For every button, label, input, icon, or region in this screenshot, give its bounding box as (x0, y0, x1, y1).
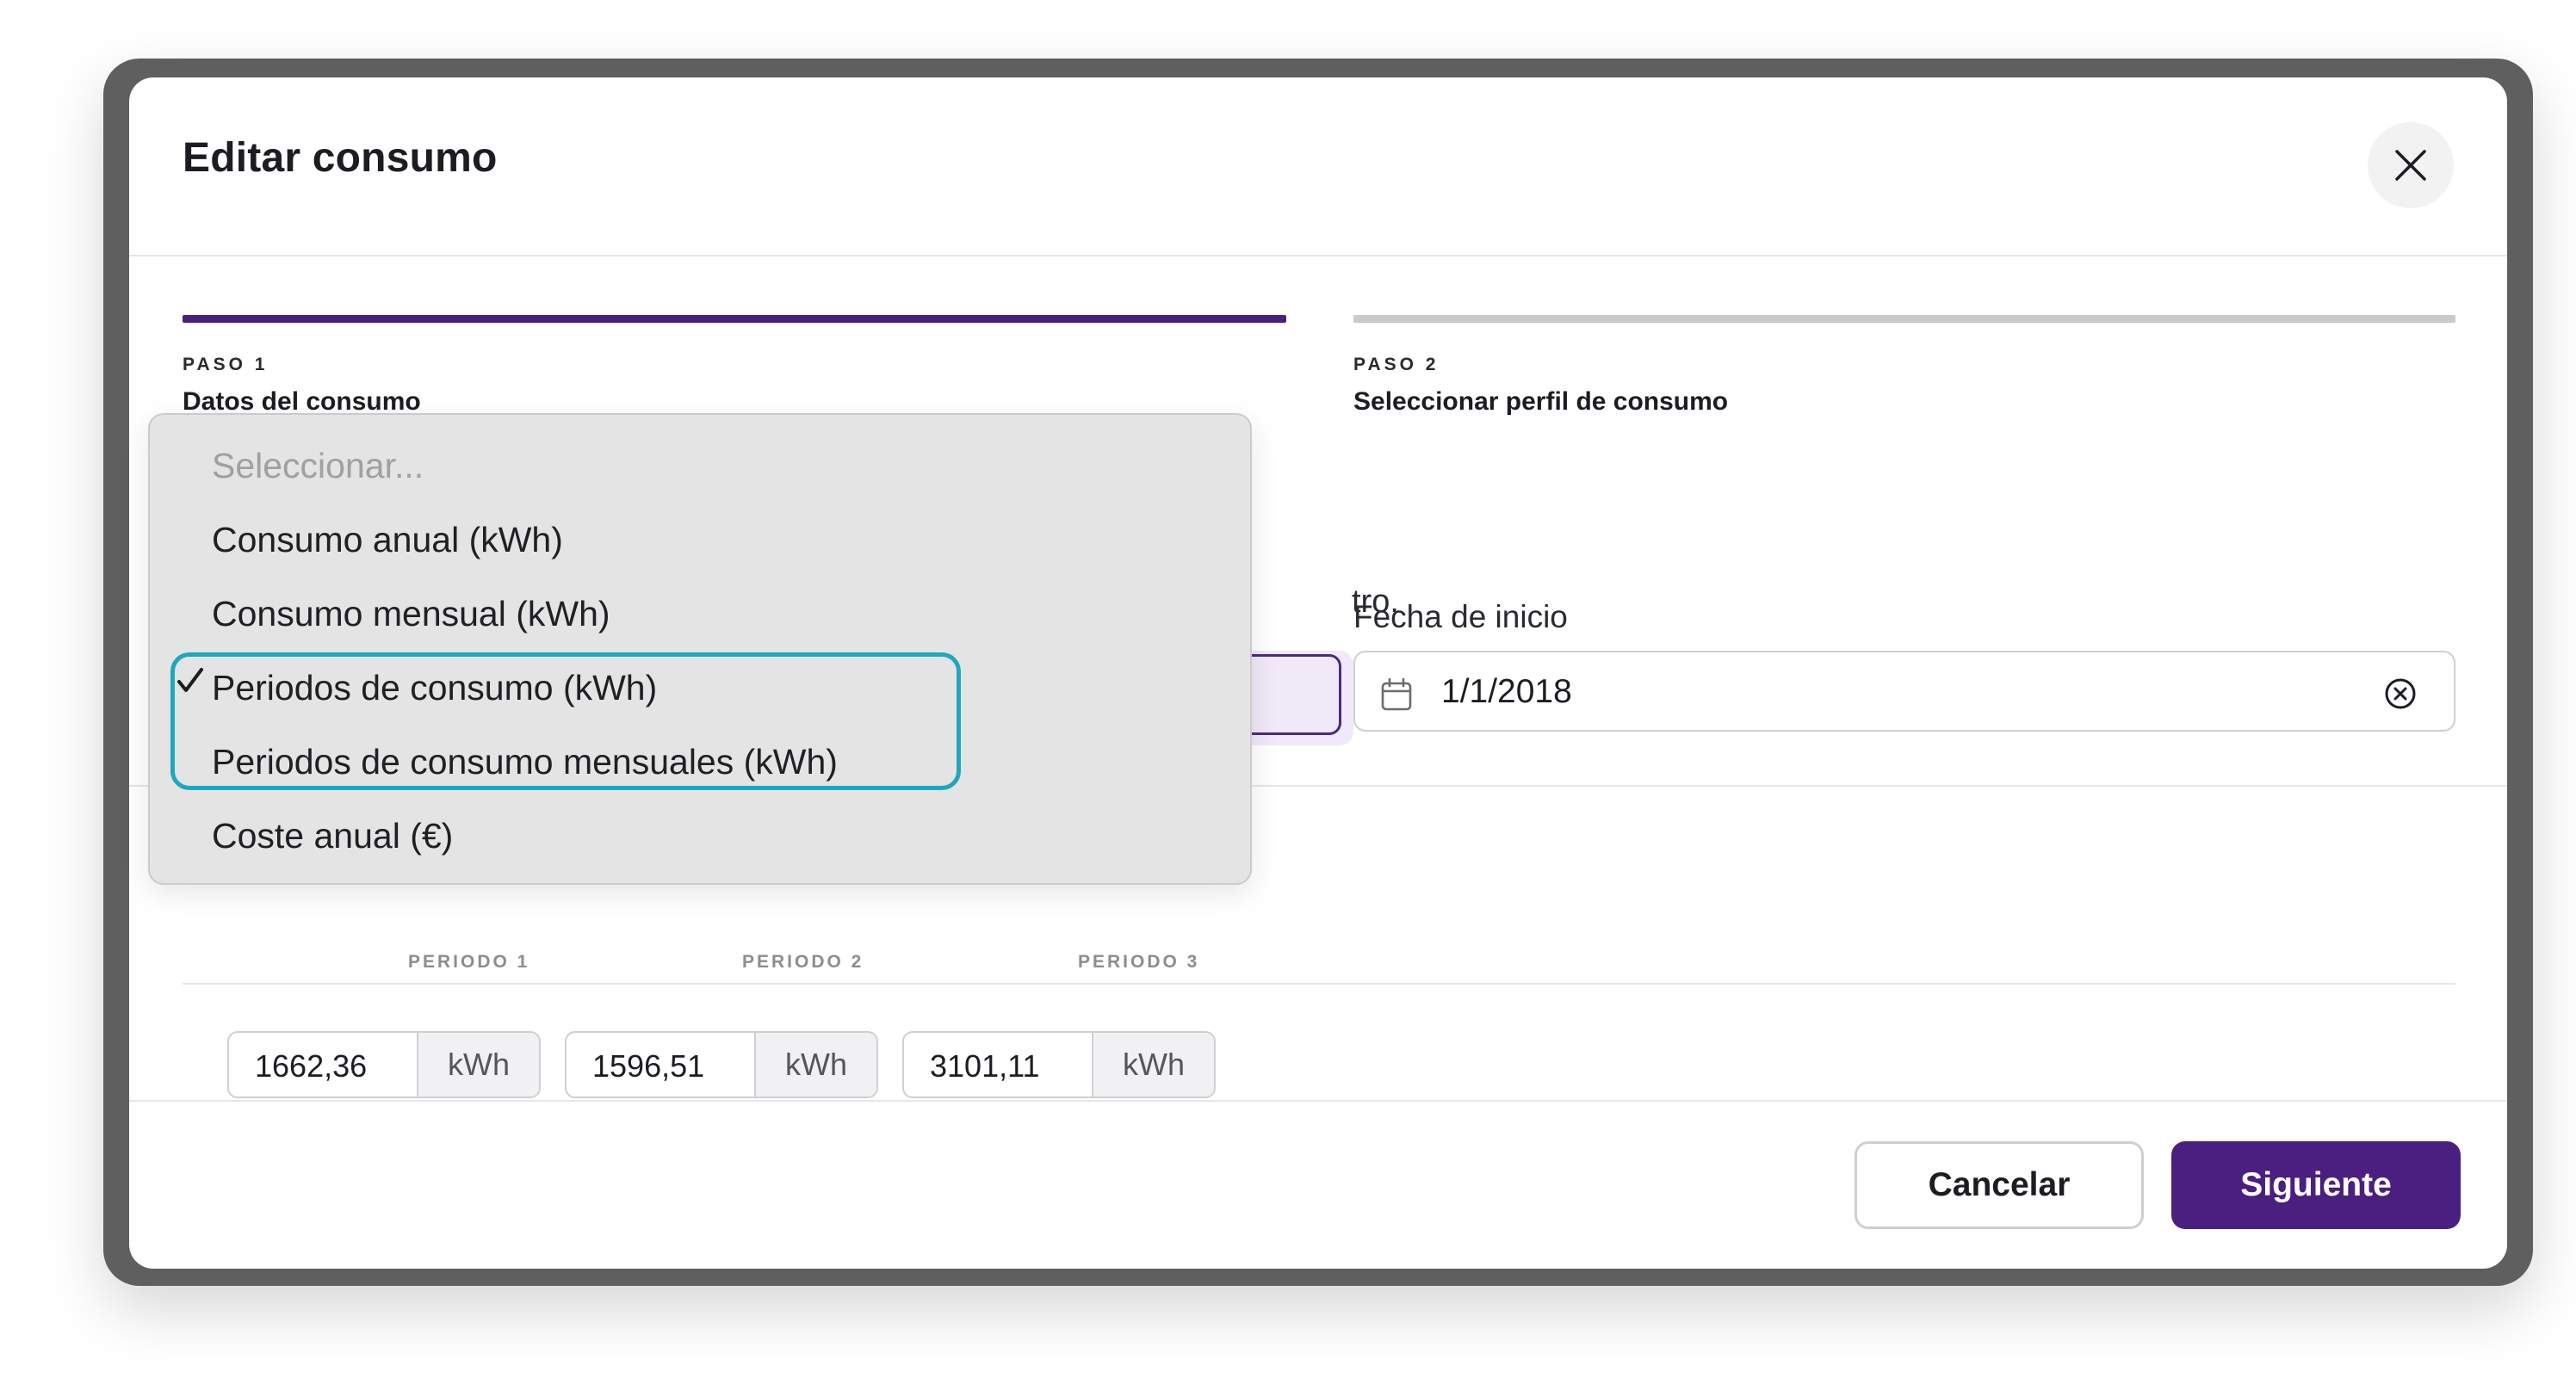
table-header-divider (183, 983, 2455, 985)
option-monthly-consumption[interactable]: Consumo mensual (kWh) (212, 594, 610, 634)
period-3-header: PERIODO 3 (1078, 952, 1200, 972)
step-1-label: PASO 1 (183, 355, 269, 374)
period-1-input[interactable]: 1662,36 kWh (227, 1031, 541, 1098)
step-2-progress-bar (1353, 315, 2455, 323)
option-annual-consumption[interactable]: Consumo anual (kWh) (212, 520, 563, 560)
step-1-progress-bar (183, 315, 1286, 323)
period-3-input[interactable]: 3101,11 kWh (902, 1031, 1216, 1098)
clear-icon[interactable] (2383, 677, 2418, 711)
calendar-icon (1381, 678, 1412, 711)
period-2-header: PERIODO 2 (742, 952, 864, 972)
step-2-name: Seleccionar perfil de consumo (1353, 387, 1729, 416)
period-2-unit: kWh (754, 1033, 876, 1097)
close-icon (2395, 150, 2426, 181)
consumption-type-dropdown: Seleccionar... Consumo anual (kWh) Consu… (148, 413, 1252, 885)
close-button[interactable] (2368, 122, 2454, 208)
step-2-label: PASO 2 (1353, 355, 1440, 374)
period-1-header: PERIODO 1 (408, 952, 530, 972)
period-3-unit: kWh (1092, 1033, 1214, 1097)
start-date-input[interactable]: 1/1/2018 (1353, 651, 2455, 732)
footer-divider (129, 1100, 2507, 1102)
header-divider (129, 255, 2507, 256)
period-1-unit: kWh (417, 1033, 539, 1097)
period-1-value: 1662,36 (255, 1048, 368, 1084)
start-date-label: Fecha de inicio (1353, 599, 1568, 634)
options-highlight-box (170, 652, 961, 790)
period-3-value: 3101,11 (930, 1048, 1040, 1084)
step-1-name: Datos del consumo (183, 387, 421, 416)
period-2-input[interactable]: 1596,51 kWh (565, 1031, 878, 1098)
start-date-value: 1/1/2018 (1441, 673, 1572, 710)
next-button[interactable]: Siguiente (2171, 1141, 2461, 1229)
cancel-button[interactable]: Cancelar (1855, 1141, 2144, 1229)
dropdown-placeholder[interactable]: Seleccionar... (212, 446, 424, 486)
option-annual-cost[interactable]: Coste anual (€) (212, 816, 453, 856)
period-2-value: 1596,51 (592, 1048, 705, 1084)
modal-title: Editar consumo (183, 135, 498, 181)
